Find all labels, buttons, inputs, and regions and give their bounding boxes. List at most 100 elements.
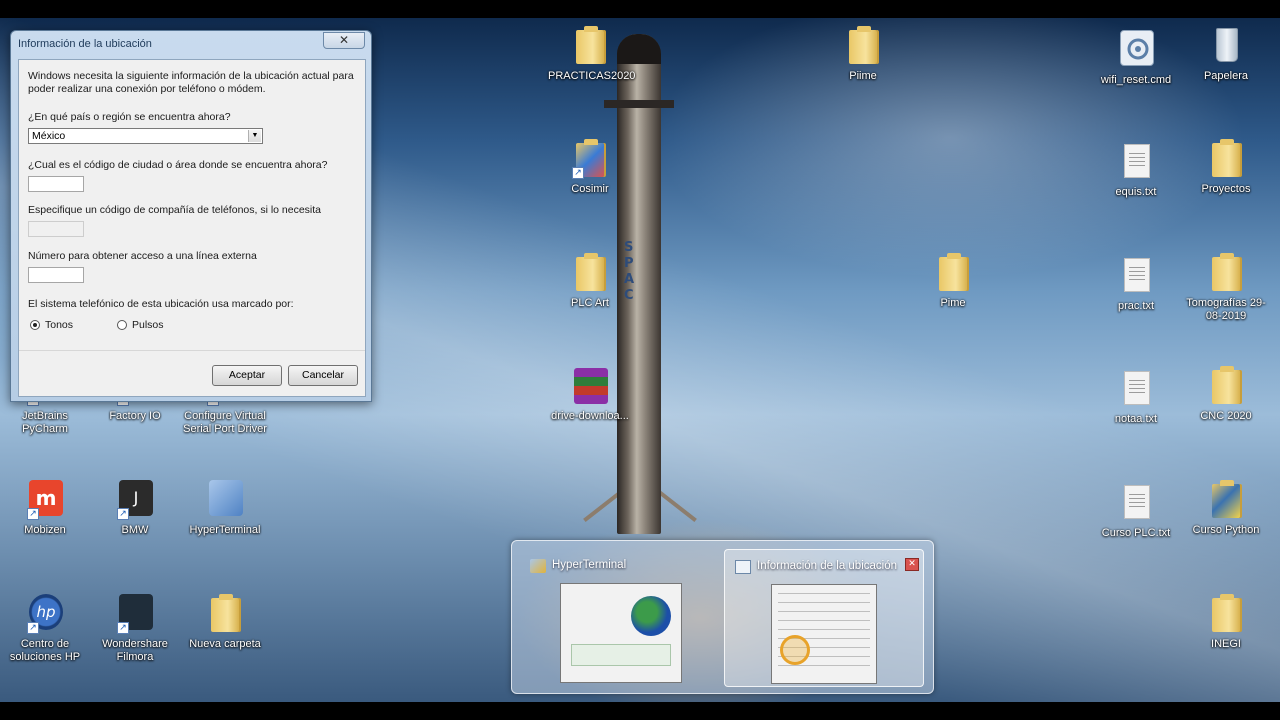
desktop-icon-pime[interactable]: Pime: [911, 251, 995, 323]
text-file-icon: [1124, 485, 1150, 519]
desktop-icon-practicas2020[interactable]: PRACTICAS2020: [548, 24, 636, 96]
hyperterminal-icon: [209, 480, 243, 516]
desktop-icon-label: Curso PLC.txt: [1101, 527, 1171, 539]
desktop-icon-papelera[interactable]: Papelera: [1184, 24, 1268, 96]
desktop-icon-label: Proyectos: [1201, 183, 1251, 195]
desktop-icon-bmw[interactable]: J ↗ BMW: [93, 478, 177, 550]
switcher-item-title: HyperTerminal: [552, 559, 627, 571]
cmd-file-icon: [1120, 30, 1154, 66]
outside-line-input[interactable]: [28, 267, 84, 283]
desktop-icon-label: Centro de soluciones HP: [9, 638, 81, 663]
folder-icon: [576, 26, 604, 64]
top-letterbox: [0, 0, 1280, 18]
carrier-code-input[interactable]: [28, 221, 84, 237]
desktop-icon-curso-python[interactable]: Curso Python: [1184, 478, 1268, 550]
desktop-icon-label: Piime: [849, 70, 877, 82]
bottom-letterbox: [0, 702, 1280, 720]
folder-icon: [849, 26, 877, 64]
outside-line-label: Número para obtener acceso a una línea e…: [28, 250, 257, 262]
cancel-button[interactable]: Cancelar: [288, 365, 358, 386]
area-code-input[interactable]: [28, 176, 84, 192]
dialog-body: Windows necesita la siguiente informació…: [18, 59, 366, 397]
desktop-icon-label: equis.txt: [1115, 186, 1157, 198]
area-code-label: ¿Cual es el código de ciudad o área dond…: [28, 159, 328, 171]
desktop-icon-label: BMW: [121, 524, 149, 536]
country-select[interactable]: México ▼: [28, 128, 263, 144]
tone-dialing-label[interactable]: Tonos: [45, 319, 73, 332]
desktop-icon-label: Mobizen: [24, 524, 66, 536]
thumbnail-content: [571, 644, 671, 666]
text-file-icon: [1124, 258, 1150, 292]
desktop-icon-filmora[interactable]: ↗ Wondershare Filmora: [93, 592, 177, 664]
desktop-icon-label: Curso Python: [1192, 524, 1260, 536]
desktop-icon-label: Configure Virtual Serial Port Driver: [183, 410, 267, 435]
desktop-icon-hp[interactable]: hp ↗ Centro de soluciones HP: [3, 592, 87, 664]
dialog-separator: [19, 350, 365, 351]
desktop-icon-notaa[interactable]: notaa.txt: [1094, 367, 1178, 439]
folder-icon: [1212, 253, 1240, 291]
dialing-type-label: El sistema telefónico de esta ubicación …: [28, 298, 294, 310]
desktop-icon-prac[interactable]: prac.txt: [1094, 254, 1178, 326]
desktop-icon-proyectos[interactable]: Proyectos: [1184, 137, 1268, 209]
folder-icon: [1212, 594, 1240, 632]
desktop-icon-label: Tomografías 29-08-2019: [1186, 297, 1266, 322]
desktop-icon-label: JetBrains PyCharm: [22, 410, 68, 435]
desktop-icon-label: CNC 2020: [1200, 410, 1252, 422]
window-icon: [735, 560, 751, 574]
shortcut-arrow-icon: ↗: [572, 167, 584, 179]
desktop-icon-tomografias[interactable]: Tomografías 29-08-2019: [1184, 251, 1268, 323]
desktop-icon-label: PRACTICAS2020: [548, 70, 636, 82]
carrier-code-label: Especifique un código de compañía de tel…: [28, 204, 322, 216]
desktop-icon-nueva-carpeta[interactable]: Nueva carpeta: [183, 592, 267, 664]
switcher-item-location-info[interactable]: Información de la ubicación ✕: [724, 549, 924, 687]
window-thumbnail: [771, 584, 877, 684]
folder-icon: [576, 253, 604, 291]
desktop-icon-inegi[interactable]: INEGI: [1184, 592, 1268, 664]
folder-icon: [939, 253, 967, 291]
desktop-icon-plc-art[interactable]: PLC Art: [548, 251, 632, 323]
tone-dialing-radio[interactable]: [30, 320, 40, 330]
pulse-dialing-radio[interactable]: [117, 320, 127, 330]
desktop-icon-label: Pime: [940, 297, 966, 309]
desktop-icon-label: Nueva carpeta: [189, 638, 261, 650]
desktop-icon-label: INEGI: [1211, 638, 1241, 650]
window-thumbnail: [560, 583, 682, 683]
desktop-icon-label: PLC Art: [571, 297, 609, 309]
desktop-icon-piime[interactable]: Piime: [821, 24, 905, 96]
desktop-icon-label: notaa.txt: [1114, 413, 1158, 425]
desktop-icon-hyperterminal[interactable]: HyperTerminal: [183, 478, 267, 550]
desktop-icon-wifi-reset[interactable]: wifi_reset.cmd: [1094, 28, 1178, 100]
desktop-icon-curso-plc[interactable]: Curso PLC.txt: [1094, 481, 1178, 553]
shortcut-arrow-icon: ↗: [27, 622, 39, 634]
desktop-icon-cosimir[interactable]: ↗ Cosimir: [548, 137, 632, 209]
desktop-icon-label: Factory IO: [109, 410, 161, 422]
desktop-icon-label: prac.txt: [1117, 300, 1155, 312]
shortcut-arrow-icon: ↗: [117, 622, 129, 634]
close-button[interactable]: ✕: [323, 32, 365, 49]
dialog-intro-text: Windows necesita la siguiente informació…: [28, 70, 354, 95]
desktop-icon-label: Wondershare Filmora: [102, 638, 168, 663]
desktop-icon-label: Cosimir: [571, 183, 609, 195]
winrar-archive-icon: [574, 368, 608, 404]
pulse-dialing-label[interactable]: Pulsos: [132, 319, 164, 332]
desktop-icon-drive-download[interactable]: drive-downloa...: [548, 364, 632, 436]
shortcut-arrow-icon: ↗: [117, 508, 129, 520]
dialog-title: Información de la ubicación: [18, 38, 152, 50]
close-icon[interactable]: ✕: [905, 558, 919, 571]
accept-button[interactable]: Aceptar: [212, 365, 282, 386]
desktop-icon-label: drive-downloa...: [551, 410, 629, 422]
switcher-item-title: Información de la ubicación: [757, 560, 897, 572]
text-file-icon: [1124, 144, 1150, 178]
folder-icon: [1212, 139, 1240, 177]
folder-icon: [1212, 480, 1240, 518]
chevron-down-icon[interactable]: ▼: [248, 130, 261, 142]
recycle-bin-icon: [1216, 28, 1238, 62]
task-switcher: HyperTerminal Información de la ubicació…: [511, 540, 934, 694]
desktop-icon-equis[interactable]: equis.txt: [1094, 140, 1178, 212]
shortcut-arrow-icon: ↗: [27, 508, 39, 520]
desktop-icon-mobizen[interactable]: m ↗ Mobizen: [3, 478, 87, 550]
switcher-item-hyperterminal[interactable]: HyperTerminal: [520, 549, 720, 687]
desktop-icon-cnc-2020[interactable]: CNC 2020: [1184, 364, 1268, 436]
country-select-value: México: [32, 130, 66, 142]
screen: SPAC PRACTICAS2020 Piime wifi_reset.cmd …: [0, 0, 1280, 720]
